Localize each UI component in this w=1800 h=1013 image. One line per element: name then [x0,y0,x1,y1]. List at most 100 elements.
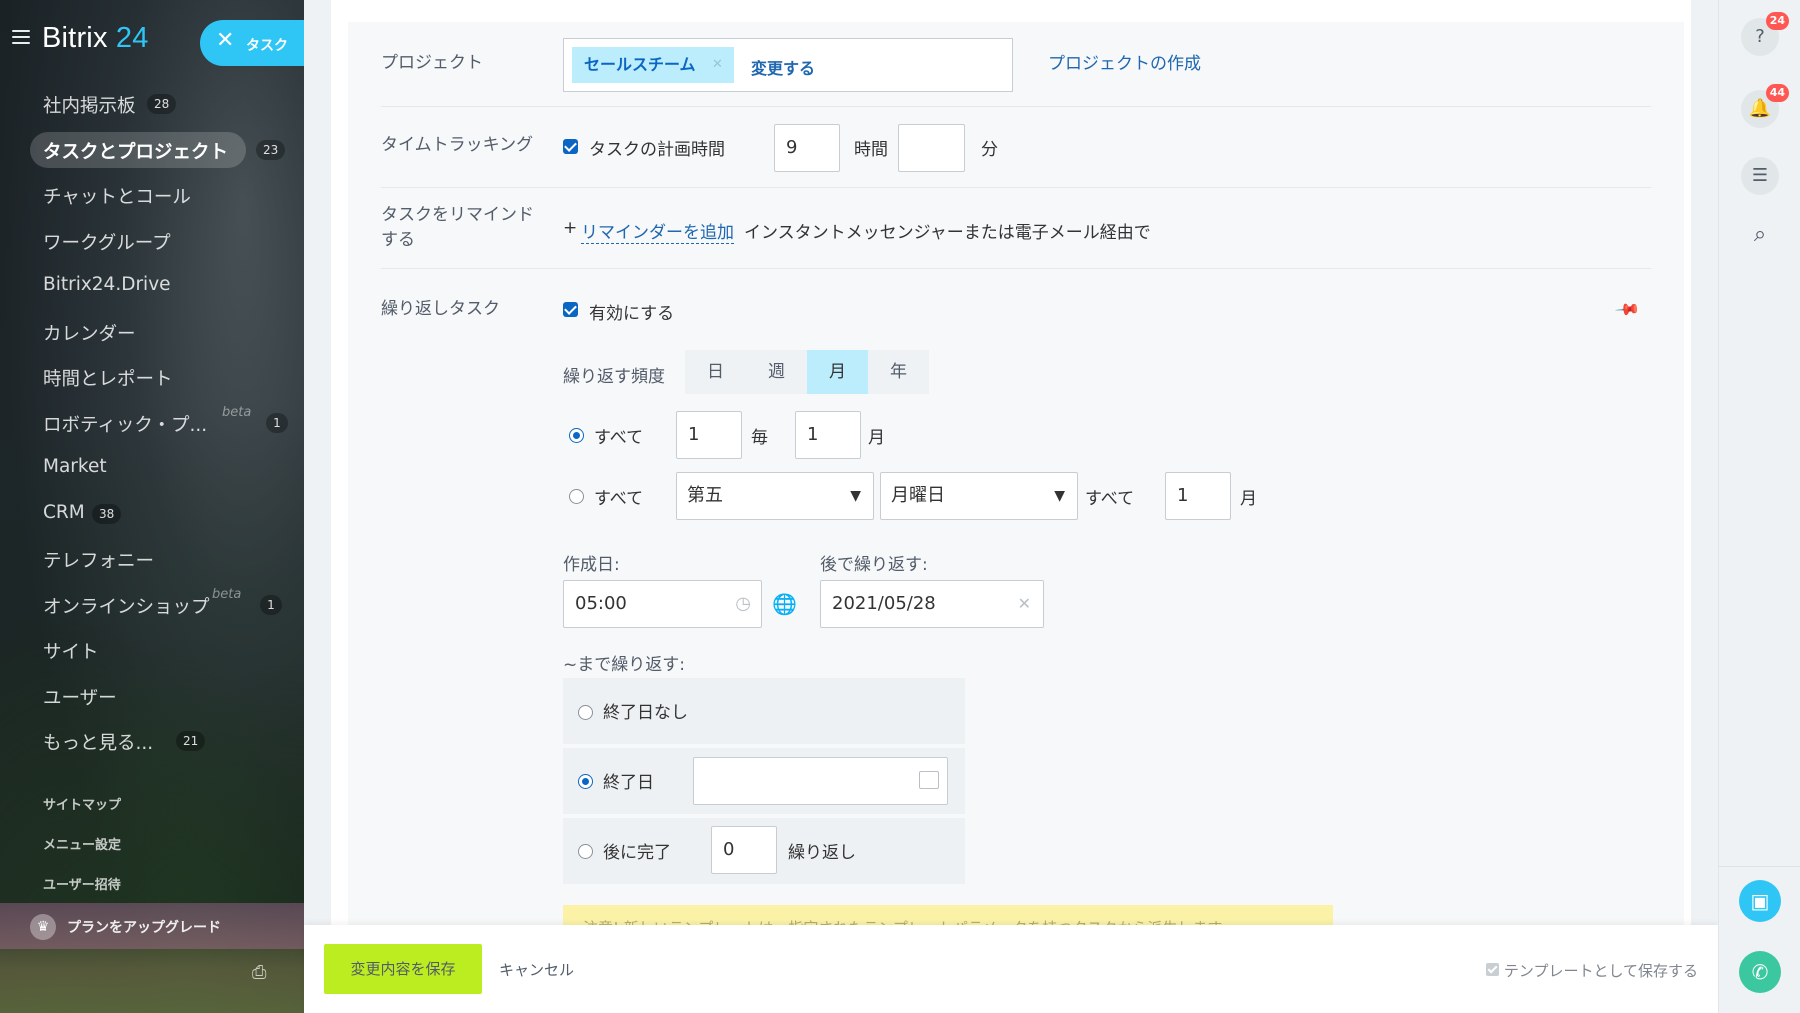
toolbar-divider [1719,866,1800,867]
weekday-month-interval-input[interactable]: 1 [1165,472,1231,520]
create-project-link[interactable]: プロジェクトの作成 [1048,49,1201,74]
telephony-button[interactable]: ✆ [1739,951,1781,993]
sidebar-item-label: CRM [43,501,85,523]
planned-time-checkbox[interactable] [563,139,578,154]
upgrade-plan-button[interactable]: ♛ プランをアップグレード [0,903,304,949]
left-sidebar: Bitrix 24 ✕ タスク 社内掲示板 28 タスクとプロジェクト 23 チ… [0,0,304,1013]
frequency-tabs: 日 週 月 年 [685,350,929,394]
project-tag: セールスチーム ✕ [572,47,734,83]
add-reminder-link[interactable]: リマインダーを追加 [581,218,734,244]
task-close-tab[interactable]: ✕ タスク [200,20,304,66]
freq-tab-year[interactable]: 年 [868,350,929,394]
search-icon: ⌕ [1753,222,1767,247]
clock-icon: ◷ [735,593,751,614]
freq-tab-day[interactable]: 日 [685,350,746,394]
invite-users-link[interactable]: ユーザー招待 [43,874,121,893]
pin-icon[interactable]: 📌 [1614,296,1641,323]
frequency-label: 繰り返す頻度 [563,367,665,387]
no-end-radio[interactable] [578,705,593,720]
sidebar-item-label: もっと見る... [43,733,154,754]
messenger-button[interactable]: ☰ [1741,157,1779,195]
hours-unit: 時間 [854,140,888,160]
notifications-button[interactable]: 🔔 44 [1741,84,1789,128]
sidebar-item-tasks[interactable]: タスクとプロジェクト 23 [0,128,304,174]
open-lines-button[interactable]: ▣ [1739,880,1781,922]
repeat-enable-checkbox[interactable] [563,302,578,317]
sidebar-item-drive[interactable]: Bitrix24.Drive [0,264,304,310]
remove-tag-icon[interactable]: ✕ [712,47,723,83]
start-date-value: 2021/05/28 [832,593,936,614]
calendar-icon[interactable] [919,771,939,789]
repeat-count-unit: 繰り返し [788,843,856,863]
template-notice: 注意! 新しいテンプレートは、指定されたテンプレートパラメータを持つタスクから派… [563,905,1333,925]
sidebar-item-label: タスクとプロジェクト [43,141,229,163]
timezone-globe-icon[interactable]: 🌐 [772,592,797,616]
minutes-input[interactable] [898,124,965,172]
weekday-select[interactable]: 月曜日 ▼ [880,472,1078,520]
search-button[interactable]: ⌕ [1741,216,1779,254]
sidebar-item-time-reports[interactable]: 時間とレポート [0,355,304,401]
start-date-input[interactable]: 2021/05/28 ✕ [820,580,1044,628]
app-logo[interactable]: Bitrix 24 [42,22,149,55]
task-form: プロジェクト セールスチーム ✕ 変更する プロジェクトの作成 タイムトラッキン… [348,0,1684,925]
day-number-input[interactable]: 1 [676,411,742,459]
chevron-down-icon: ▼ [1054,488,1065,504]
sidebar-item-market[interactable]: Market [0,446,304,492]
clear-icon[interactable]: ✕ [1018,581,1031,627]
ordinal-value: 第五 [687,485,723,506]
sidebar-item-calendar[interactable]: カレンダー [0,310,304,356]
end-date-input[interactable] [693,757,948,805]
every-label: すべて [594,428,644,448]
close-icon[interactable]: ✕ [216,30,234,52]
sidebar-item-label: サイト [43,642,99,663]
sidebar-item-sites[interactable]: サイト [0,628,304,674]
every-label-3: すべて [1085,489,1135,509]
cancel-button[interactable]: キャンセル [499,959,574,980]
sidebar-item-feed[interactable]: 社内掲示板 28 [0,82,304,128]
printer-icon[interactable]: ⎙ [252,962,274,983]
save-as-template-checkbox[interactable] [1485,963,1499,976]
menu-settings-link[interactable]: メニュー設定 [43,834,121,853]
bell-icon: 🔔 [1748,98,1772,119]
sidebar-item-rpa[interactable]: ロボティック・プ... beta 1 [0,401,304,447]
help-icon: ? [1755,26,1765,47]
sitemap-link[interactable]: サイトマップ [43,794,121,813]
created-time-input[interactable]: 05:00 ◷ [563,580,762,628]
sidebar-item-workgroups[interactable]: ワークグループ [0,219,304,265]
menu-burger-icon[interactable] [12,30,30,44]
add-reminder-plus[interactable]: + [563,218,577,238]
time-tracking-label: タイムトラッキング [381,135,534,155]
task-edit-panel: プロジェクト セールスチーム ✕ 変更する プロジェクトの作成 タイムトラッキン… [304,0,1718,1013]
phone-icon: ✆ [1751,960,1769,984]
beta-label: beta [212,586,242,602]
sidebar-item-online-shop[interactable]: オンラインショップ beta 1 [0,583,304,629]
beta-label: beta [222,404,252,420]
help-button[interactable]: ? 24 [1741,12,1789,56]
end-date-label: 終了日 [603,773,654,793]
hours-input[interactable]: 9 [774,124,840,172]
project-selector[interactable]: セールスチーム ✕ 変更する [563,38,1013,92]
end-date-radio[interactable] [578,774,593,789]
sidebar-item-chat[interactable]: チャットとコール [0,173,304,219]
ordinal-select[interactable]: 第五 ▼ [676,472,874,520]
month-unit-label: 月 [868,428,885,448]
save-changes-button[interactable]: 変更内容を保存 [324,944,482,994]
sidebar-item-more[interactable]: もっと見る... 21 [0,719,304,765]
monthly-day-radio[interactable] [569,428,584,443]
start-repeat-label: 後で繰り返す: [820,555,928,575]
change-project-link[interactable]: 変更する [751,55,815,79]
sidebar-menu: 社内掲示板 28 タスクとプロジェクト 23 チャットとコール ワークグループ … [0,82,304,765]
monthly-weekday-radio[interactable] [569,489,584,504]
after-count-radio[interactable] [578,844,593,859]
form-top-edge [348,0,1684,22]
save-as-template-option[interactable]: テンプレートとして保存する [1485,960,1698,981]
sidebar-item-label: チャットとコール [43,187,191,208]
month-interval-input[interactable]: 1 [795,411,861,459]
panel-left-gutter [304,0,331,1013]
repeat-count-input[interactable]: 0 [711,826,777,874]
sidebar-item-crm[interactable]: CRM 38 [0,492,304,538]
freq-tab-month[interactable]: 月 [807,350,868,394]
sidebar-item-telephony[interactable]: テレフォニー [0,537,304,583]
sidebar-item-users[interactable]: ユーザー [0,674,304,720]
freq-tab-week[interactable]: 週 [746,350,807,394]
